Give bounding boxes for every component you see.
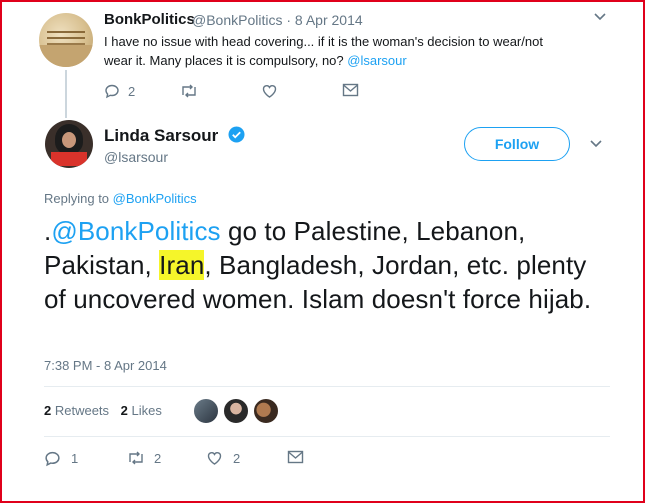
heart-icon <box>261 83 278 99</box>
liker-avatar[interactable] <box>253 398 279 424</box>
parent-handle[interactable]: @BonkPolitics <box>192 12 282 28</box>
avatar-ink <box>47 31 85 33</box>
envelope-icon <box>342 83 359 97</box>
parent-mention-link[interactable]: @lsarsour <box>347 53 406 68</box>
retweets-stat[interactable]: 2 Retweets <box>44 403 109 418</box>
main-reply-count: 1 <box>71 451 79 466</box>
replying-to: Replying to @BonkPolitics <box>44 191 197 206</box>
envelope-icon <box>287 450 304 464</box>
main-more-chevron-icon[interactable] <box>588 137 604 151</box>
parent-text-body: I have no issue with head covering... if… <box>104 34 543 68</box>
parent-author-meta: @BonkPolitics · 8 Apr 2014 <box>192 12 363 28</box>
main-author-name[interactable]: Linda Sarsour <box>104 126 218 146</box>
parent-reply-count: 2 <box>128 83 136 99</box>
parent-more-chevron-icon[interactable] <box>593 10 607 24</box>
main-like-button[interactable]: 2 <box>206 450 240 466</box>
main-action-bar: 1 2 2 <box>44 450 314 470</box>
reply-icon <box>104 83 120 99</box>
retweets-stat-label: Retweets <box>51 403 110 418</box>
parent-tweet-text: I have no issue with head covering... if… <box>104 32 574 70</box>
liker-avatar[interactable] <box>193 398 219 424</box>
engagement-stats: 2 Retweets 2 Likes <box>44 403 162 418</box>
parent-reply-button[interactable]: 2 <box>104 83 135 99</box>
text-mention-link[interactable]: @BonkPolitics <box>51 216 220 246</box>
likes-stat-label: Likes <box>127 403 162 418</box>
heart-icon <box>206 450 223 466</box>
replying-to-link[interactable]: @BonkPolitics <box>113 191 197 206</box>
highlighted-word: Iran <box>159 250 205 280</box>
parent-avatar[interactable] <box>39 13 93 67</box>
follow-button[interactable]: Follow <box>464 127 570 161</box>
verified-badge-icon <box>228 126 245 143</box>
likes-stat-count: 2 <box>120 403 128 418</box>
reply-icon <box>44 450 61 467</box>
parent-author-name[interactable]: BonkPolitics <box>104 11 195 28</box>
main-tweet-text: .@BonkPolitics go to Palestine, Lebanon,… <box>44 214 614 316</box>
likes-stat[interactable]: 2 Likes <box>121 403 162 418</box>
main-retweet-count: 2 <box>154 450 162 466</box>
avatar-paper <box>39 45 93 67</box>
parent-dm-button[interactable] <box>342 83 359 97</box>
main-dm-button[interactable] <box>287 450 304 464</box>
main-handle[interactable]: @lsarsour <box>104 149 168 165</box>
main-reply-button[interactable]: 1 <box>44 450 78 467</box>
liker-avatars <box>193 398 283 424</box>
main-avatar[interactable] <box>45 120 93 168</box>
main-retweet-button[interactable]: 2 <box>126 450 161 466</box>
avatar-sign <box>51 152 87 166</box>
parent-action-bar: 2 <box>104 83 364 103</box>
avatar-face <box>62 132 76 148</box>
tweet-timestamp[interactable]: 7:38 PM - 8 Apr 2014 <box>44 358 167 373</box>
parent-date[interactable]: · 8 Apr 2014 <box>286 12 362 28</box>
retweet-icon <box>126 450 146 466</box>
main-like-count: 2 <box>233 450 241 466</box>
liker-avatar[interactable] <box>223 398 249 424</box>
parent-retweet-button[interactable] <box>179 83 199 99</box>
divider-bottom <box>44 436 610 437</box>
replying-prefix: Replying to <box>44 191 113 206</box>
parent-like-button[interactable] <box>261 83 278 99</box>
thread-line <box>65 70 67 118</box>
divider-top <box>44 386 610 387</box>
retweet-icon <box>179 83 199 99</box>
